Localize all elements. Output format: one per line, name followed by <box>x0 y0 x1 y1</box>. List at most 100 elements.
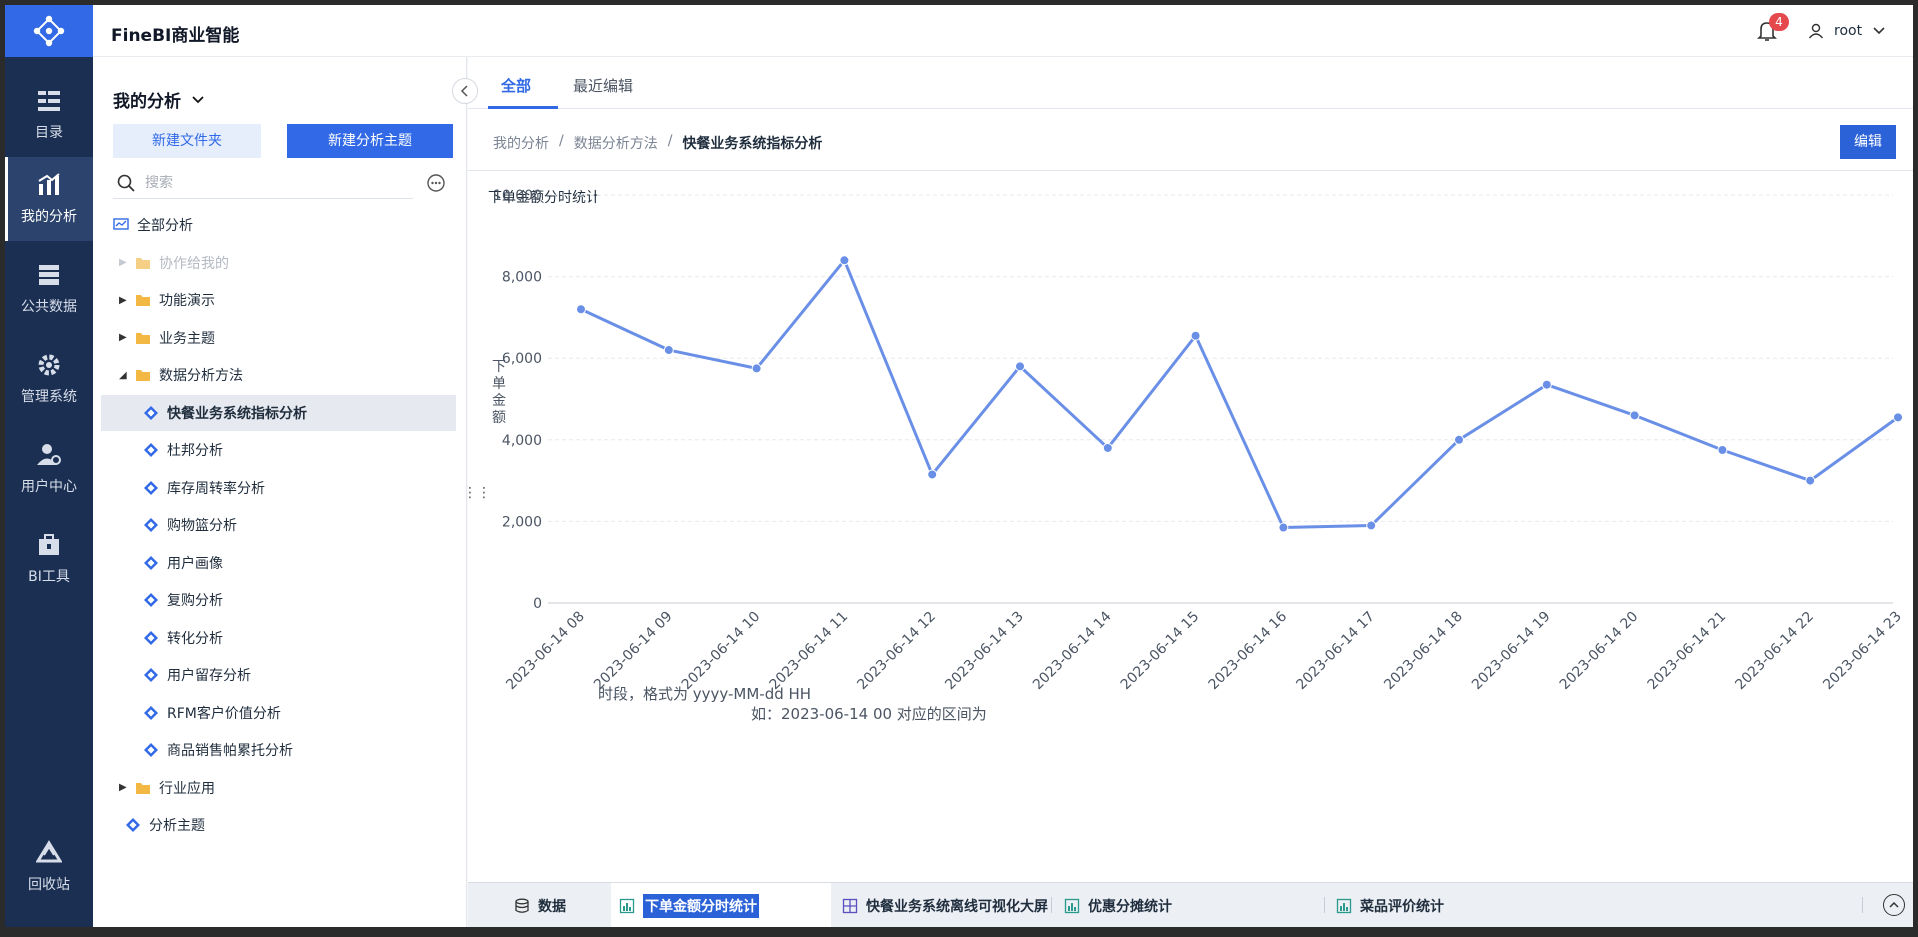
nav-recycle[interactable]: 回收站 <box>5 825 93 909</box>
topic-icon <box>143 742 159 758</box>
chart-icon <box>1336 898 1352 913</box>
tab-recent[interactable]: 最近编辑 <box>573 75 633 96</box>
tree-item[interactable]: ▶ 业务主题 <box>101 320 456 356</box>
nav-public-data[interactable]: 公共数据 <box>5 247 93 331</box>
tree-item[interactable]: 杜邦分析 <box>101 432 456 468</box>
tree-item[interactable]: ▶ 协作给我的 <box>101 245 456 281</box>
nav-label: 管理系统 <box>21 389 77 405</box>
caret-right-icon[interactable]: ▶ <box>119 295 129 306</box>
tree-item[interactable]: 转化分析 <box>101 620 456 656</box>
tree-item[interactable]: 全部分析 <box>101 207 456 243</box>
y-tick-label: 6,000 <box>502 351 542 367</box>
tree-item[interactable]: 库存周转率分析 <box>101 470 456 506</box>
tree-item[interactable]: ▶ 行业应用 <box>101 770 456 806</box>
breadcrumb-separator: / <box>559 133 564 149</box>
folder-icon <box>135 293 151 307</box>
data-point <box>751 363 762 374</box>
topic-icon <box>143 480 159 496</box>
tree-item[interactable]: ◢ 数据分析方法 <box>101 357 456 393</box>
toolbox-icon <box>39 534 59 555</box>
recycle-icon <box>36 840 62 863</box>
caret-right-icon[interactable]: ▶ <box>119 257 129 268</box>
edit-button[interactable]: 编辑 <box>1840 125 1896 159</box>
tree-item[interactable]: RFM客户价值分析 <box>101 695 456 731</box>
bottom-tab-dish-review[interactable]: 菜品评价统计 <box>1336 883 1444 927</box>
bottom-tab-label: 数据 <box>538 898 566 915</box>
bottom-tab-dashboard[interactable]: 快餐业务系统离线可视化大屏 <box>842 883 1048 927</box>
tree-item-label: 快餐业务系统指标分析 <box>167 405 307 422</box>
data-point <box>1805 475 1816 486</box>
nav-bi-tools[interactable]: BI工具 <box>5 517 93 601</box>
x-tick-label: 2023-06-14 17 <box>1293 609 1378 694</box>
y-tick-label: 2,000 <box>502 514 542 530</box>
sidebar-title-text: 我的分析 <box>113 92 181 112</box>
tree-item[interactable]: 分析主题 <box>101 807 456 843</box>
catalog-icon <box>38 91 60 111</box>
y-tick-label: 10,000 <box>493 188 542 204</box>
breadcrumb-separator: / <box>667 133 673 149</box>
nav-user-center[interactable]: 用户中心 <box>5 427 93 511</box>
sidebar-title[interactable]: 我的分析 <box>113 87 205 112</box>
expand-tabs-button[interactable] <box>1883 894 1905 916</box>
breadcrumb-mid[interactable]: 数据分析方法 <box>574 133 658 153</box>
topic-icon <box>143 405 159 421</box>
nav-rail: 目录 我的分析 公共数据 管理系统 用户中心 BI工具 回收站 <box>5 5 93 927</box>
x-tick-label: 2023-06-14 14 <box>1030 608 1115 693</box>
tree-item[interactable]: 快餐业务系统指标分析 <box>101 394 456 431</box>
bottom-tab-label: 优惠分摊统计 <box>1088 898 1172 915</box>
topic-icon <box>143 592 159 608</box>
more-options-icon[interactable] <box>426 173 446 193</box>
user-menu[interactable]: root <box>1808 23 1886 39</box>
x-tick-label: 2023-06-14 16 <box>1206 608 1291 693</box>
resize-handle-icon[interactable]: ⋮⋮ <box>463 485 491 501</box>
caret-down-icon[interactable]: ◢ <box>119 370 129 381</box>
tree-item-label: RFM客户价值分析 <box>167 705 281 722</box>
chevron-up-icon <box>1889 901 1899 908</box>
bottom-tab-order-amount[interactable]: 下单金额分时统计 <box>611 883 831 927</box>
topic-icon <box>143 555 159 571</box>
tree-item[interactable]: 用户留存分析 <box>101 657 456 693</box>
data-point <box>1366 520 1377 531</box>
tree-item[interactable]: 商品销售帕累托分析 <box>101 732 456 768</box>
finebi-logo[interactable] <box>5 5 93 57</box>
tree-item[interactable]: 用户画像 <box>101 545 456 581</box>
breadcrumb-bar: 我的分析 / 数据分析方法 / 快餐业务系统指标分析 编辑 <box>468 109 1913 171</box>
collapse-sidebar-button[interactable] <box>452 78 478 104</box>
nav-catalog[interactable]: 目录 <box>5 73 93 157</box>
bottom-tab-discount[interactable]: 优惠分摊统计 <box>1064 883 1172 927</box>
tree-item-label: 业务主题 <box>159 330 215 347</box>
caret-right-icon[interactable]: ▶ <box>119 332 129 343</box>
top-header: FineBI商业智能 4 root <box>93 5 1913 57</box>
nav-label: 我的分析 <box>21 209 77 225</box>
new-topic-button[interactable]: 新建分析主题 <box>287 124 453 158</box>
nav-label: 目录 <box>35 125 63 141</box>
tree-item[interactable]: 购物篮分析 <box>101 507 456 543</box>
search-input[interactable] <box>145 174 385 191</box>
tree-item[interactable]: ▶ 功能演示 <box>101 282 456 318</box>
x-tick-label: 2023-06-14 10 <box>679 609 764 694</box>
folder-icon <box>135 368 151 382</box>
tree-item[interactable]: 复购分析 <box>101 582 456 618</box>
chevron-down-icon <box>192 95 204 103</box>
data-point <box>1893 412 1903 423</box>
nav-label: 用户中心 <box>21 479 77 495</box>
x-tick-label: 2023-06-14 09 <box>591 609 676 694</box>
bottom-tab-label: 下单金额分时统计 <box>643 893 759 918</box>
user-icon <box>1808 23 1824 39</box>
analysis-icon <box>38 173 60 195</box>
user-gear-icon <box>37 444 61 465</box>
caret-right-icon[interactable]: ▶ <box>119 782 129 793</box>
nav-my-analysis[interactable]: 我的分析 <box>5 157 93 241</box>
tab-all[interactable]: 全部 <box>501 75 531 96</box>
tree-item-label: 购物篮分析 <box>167 518 237 534</box>
new-folder-button[interactable]: 新建文件夹 <box>113 124 261 158</box>
x-tick-label: 2023-06-14 12 <box>854 609 939 694</box>
bottom-tab-data[interactable]: 数据 <box>514 883 566 927</box>
y-tick-label: 8,000 <box>502 270 542 286</box>
nav-admin[interactable]: 管理系统 <box>5 337 93 421</box>
x-tick-label: 2023-06-14 18 <box>1381 609 1466 694</box>
content-tabs: 全部 最近编辑 <box>468 57 1913 109</box>
breadcrumb-root[interactable]: 我的分析 <box>493 133 549 153</box>
tab-separator <box>1051 897 1052 913</box>
folder-icon <box>135 331 151 345</box>
